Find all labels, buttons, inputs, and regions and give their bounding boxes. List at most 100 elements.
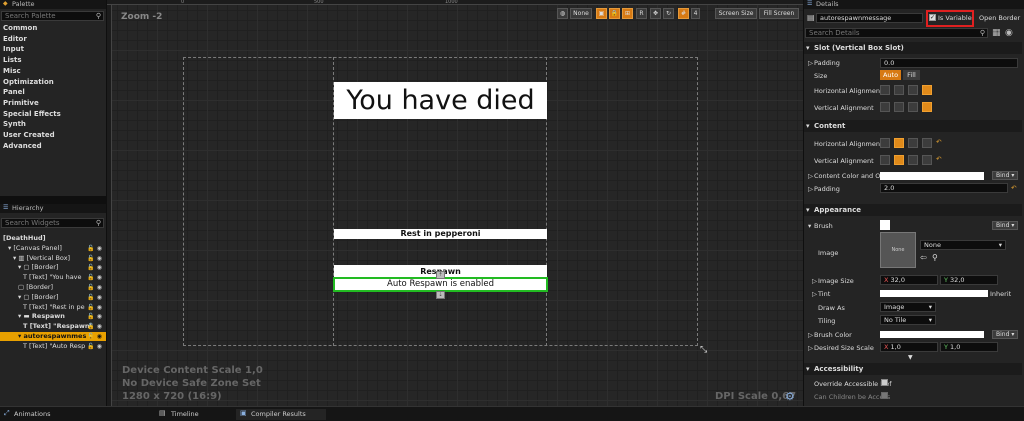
valign-bottom-icon[interactable]	[908, 102, 918, 112]
palette-category[interactable]: Lists	[3, 56, 22, 64]
localization-preview-dropdown[interactable]: None	[570, 8, 592, 19]
fill-screen-dropdown[interactable]: Fill Screen	[759, 8, 799, 19]
globe-icon[interactable]: ◍	[557, 8, 568, 19]
hierarchy-row[interactable]: ▾ ▥ [Vertical Box] 🔓 ◉	[0, 254, 106, 263]
hierarchy-row[interactable]: ▢ [Border] 🔓 ◉	[0, 283, 106, 292]
content-color-swatch[interactable]	[880, 172, 984, 180]
lock-visibility-icons[interactable]: 🔓 ◉	[87, 244, 102, 253]
hierarchy-row[interactable]: ▾ ▢ [Border] 🔓 ◉	[0, 263, 106, 272]
slot-section-header[interactable]: ▾ Slot (Vertical Box Slot)	[804, 42, 1022, 54]
size-fill-button[interactable]: Fill	[903, 70, 920, 80]
appearance-section-header[interactable]: ▾ Appearance	[804, 204, 1022, 216]
title-text-widget[interactable]: You have died	[334, 82, 547, 119]
content-padding-field[interactable]: 2.0	[880, 183, 1008, 193]
valign-top-icon[interactable]	[880, 102, 890, 112]
palette-tab[interactable]: ◆ Palette	[0, 0, 106, 9]
valign-fill-icon[interactable]	[922, 155, 932, 165]
hierarchy-row[interactable]: T [Text] "Respawn" 🔓 ◉	[0, 322, 106, 331]
details-search-input[interactable]: Search Details ⚲	[805, 28, 988, 38]
layout-icon[interactable]: ⊞	[622, 8, 633, 19]
align-center-icon[interactable]	[894, 138, 904, 148]
image-size-y-field[interactable]: 32,0	[950, 276, 964, 284]
reset-arrow-icon[interactable]: ↶	[1011, 184, 1016, 192]
resize-handle-top[interactable]: ⇡	[436, 271, 445, 279]
palette-category[interactable]: Synth	[3, 120, 26, 128]
rest-text-widget[interactable]: Rest in pepperoni	[334, 229, 547, 239]
override-accessible-checkbox[interactable]	[881, 379, 888, 386]
collapse-icon[interactable]: ▾	[808, 222, 811, 230]
lock-icon[interactable]: 🔒	[609, 8, 620, 19]
open-border-link[interactable]: Open Border	[979, 14, 1020, 22]
draw-as-dropdown[interactable]: Image ▾	[880, 302, 936, 312]
valign-bottom-icon[interactable]	[908, 155, 918, 165]
padding-field[interactable]: 0.0	[880, 58, 1018, 68]
content-section-header[interactable]: ▾ Content	[804, 120, 1022, 132]
hierarchy-row[interactable]: ▾ ▢ [Border] 🔓 ◉	[0, 293, 106, 302]
palette-category[interactable]: Input	[3, 45, 24, 53]
transform-icon[interactable]: ✥	[650, 8, 661, 19]
image-size-x-field[interactable]: 32,0	[891, 276, 905, 284]
lock-visibility-icons[interactable]: 🔓 ◉	[87, 254, 102, 263]
lock-visibility-icons[interactable]: 🔓 ◉	[87, 332, 102, 341]
compiler-results-tab[interactable]: ▣ Compiler Results	[236, 409, 326, 420]
palette-category[interactable]: Common	[3, 24, 37, 32]
resize-handle-bottom[interactable]: ⇣	[436, 291, 445, 299]
desired-size-y-field[interactable]: 1,0	[950, 343, 960, 351]
image-dropdown[interactable]: None ▾	[920, 240, 1006, 250]
expand-icon[interactable]: ▷	[808, 331, 813, 339]
respect-locks-icon[interactable]: ▣	[596, 8, 607, 19]
search-icon[interactable]: ⚲	[932, 253, 938, 262]
hierarchy-search-input[interactable]: Search Widgets ⚲	[1, 218, 104, 228]
grid-snap-icon[interactable]: #	[678, 8, 689, 19]
grid-view-icon[interactable]: ▦	[992, 28, 1001, 38]
hierarchy-row[interactable]: [DeathHud]	[0, 234, 106, 243]
details-tab[interactable]: ☰ Details	[804, 0, 1024, 9]
tiling-dropdown[interactable]: No Tile ▾	[880, 315, 936, 325]
timeline-tab[interactable]: ▤ Timeline	[155, 409, 225, 420]
screen-size-dropdown[interactable]: Screen Size	[715, 8, 757, 19]
desired-size-x-field[interactable]: 1,0	[891, 343, 901, 351]
bind-button[interactable]: Bind ▾	[992, 171, 1018, 180]
tint-swatch[interactable]	[880, 290, 988, 297]
rotate-icon[interactable]: ↻	[663, 8, 674, 19]
palette-category[interactable]: Advanced	[3, 142, 42, 150]
palette-category[interactable]: Editor	[3, 35, 27, 43]
reset-button[interactable]: R	[636, 8, 647, 19]
align-center-icon[interactable]	[894, 85, 904, 95]
arrow-left-icon[interactable]: ⇦	[920, 253, 927, 262]
expand-icon[interactable]: ▷	[808, 185, 813, 193]
align-right-icon[interactable]	[908, 85, 918, 95]
hierarchy-row[interactable]: T [Text] "Rest in pe 🔓 ◉	[0, 303, 106, 312]
lock-visibility-icons[interactable]: 🔓 ◉	[87, 283, 102, 292]
hierarchy-row[interactable]: ▾ ▬ Respawn 🔓 ◉	[0, 312, 106, 321]
bind-button[interactable]: Bind ▾	[992, 330, 1018, 339]
palette-category[interactable]: Special Effects	[3, 110, 61, 118]
palette-category[interactable]: User Created	[3, 131, 55, 139]
expand-icon[interactable]: ▷	[812, 277, 817, 285]
align-fill-icon[interactable]	[922, 138, 932, 148]
palette-category[interactable]: Optimization	[3, 78, 54, 86]
palette-category[interactable]: Misc	[3, 67, 21, 75]
designer-canvas[interactable]: 0 500 1000 Zoom -2 ◍ None ▣ 🔒 ⊞ R ✥ ↻ # …	[107, 0, 803, 406]
advanced-expand-icon[interactable]: ▼	[908, 354, 913, 361]
valign-top-icon[interactable]	[880, 155, 890, 165]
bind-button[interactable]: Bind ▾	[992, 221, 1018, 230]
expand-icon[interactable]: ▷	[808, 172, 813, 180]
widget-name-field[interactable]: autorespawnmessage	[816, 13, 923, 23]
accessibility-section-header[interactable]: ▾ Accessibility	[804, 363, 1022, 375]
animations-tab[interactable]: ⤢ Animations	[0, 409, 106, 420]
hierarchy-row[interactable]: ▾ autorespawnmes 🔓 ◉	[0, 332, 106, 341]
image-thumbnail[interactable]: None	[880, 232, 916, 268]
hierarchy-row[interactable]: T [Text] "You have 🔓 ◉	[0, 273, 106, 282]
valign-center-icon[interactable]	[894, 102, 904, 112]
brush-swatch[interactable]	[880, 220, 890, 230]
lock-visibility-icons[interactable]: 🔓 ◉	[87, 322, 102, 331]
expand-icon[interactable]: ▷	[812, 290, 817, 298]
hierarchy-tab[interactable]: ☰ Hierarchy	[0, 204, 106, 213]
valign-center-icon[interactable]	[894, 155, 904, 165]
align-left-icon[interactable]	[880, 85, 890, 95]
reset-arrow-icon[interactable]: ↶	[936, 138, 941, 146]
palette-category[interactable]: Panel	[3, 88, 25, 96]
align-right-icon[interactable]	[908, 138, 918, 148]
hierarchy-row[interactable]: ▾ [Canvas Panel] 🔓 ◉	[0, 244, 106, 253]
